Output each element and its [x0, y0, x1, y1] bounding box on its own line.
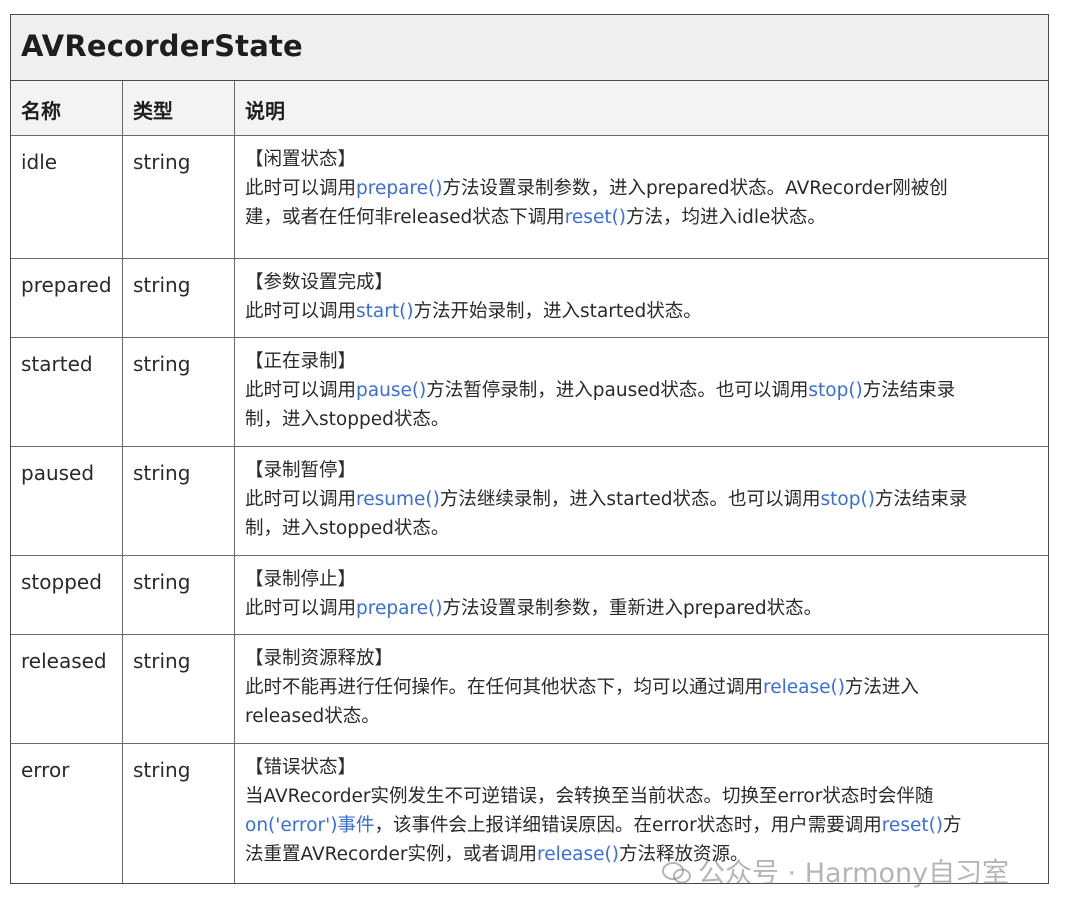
desc-text: 此时可以调用 [245, 301, 357, 322]
desc-text: 方法继续录制，进入started状态。也可以调用 [439, 489, 821, 510]
header-desc: 说明 [245, 99, 285, 123]
reset-link[interactable]: reset() [882, 815, 943, 836]
header-type: 类型 [123, 81, 235, 135]
state-tag: 【闲置状态】 [245, 149, 357, 170]
row-name: prepared [11, 259, 123, 337]
row-type: string [123, 338, 235, 446]
table-row: stopped string 【录制停止】 此时可以调用prepare()方法设… [11, 556, 1048, 635]
desc-text: 建，或者在任何非released状态下调用 [245, 207, 565, 228]
release-link[interactable]: release() [763, 677, 845, 698]
desc-text: 方 [943, 815, 962, 836]
row-description: 【录制资源释放】 此时不能再进行任何操作。在任何其他状态下，均可以通过调用rel… [235, 635, 1048, 743]
table-title: AVRecorderState [21, 29, 303, 63]
desc-text: 此时可以调用 [245, 598, 357, 619]
row-name: paused [11, 447, 123, 555]
pause-link[interactable]: pause() [356, 380, 426, 401]
avrecorderstate-table: AVRecorderState 名称 类型 说明 idle string 【闲置… [10, 14, 1049, 884]
state-tag: 【录制资源释放】 [245, 648, 394, 669]
reset-link[interactable]: reset() [565, 207, 626, 228]
row-description: 【录制停止】 此时可以调用prepare()方法设置录制参数，重新进入prepa… [235, 556, 1048, 634]
on-error-link[interactable]: on('error')事件 [245, 815, 374, 836]
row-type: string [123, 136, 235, 258]
table-row: released string 【录制资源释放】 此时不能再进行任何操作。在任何… [11, 635, 1048, 744]
stop-link[interactable]: stop() [808, 380, 862, 401]
desc-text: 方法设置录制参数，进入prepared状态。AVRecorder刚被创 [442, 178, 948, 199]
table-title-bar: AVRecorderState [11, 15, 1048, 81]
row-type: string [123, 447, 235, 555]
state-tag: 【正在录制】 [245, 351, 357, 372]
row-type: string [123, 556, 235, 634]
row-type: string [123, 635, 235, 743]
desc-text: 此时可以调用 [245, 178, 357, 199]
desc-text: 此时不能再进行任何操作。在任何其他状态下，均可以通过调用 [245, 677, 764, 698]
prepare-link[interactable]: prepare() [356, 178, 442, 199]
row-type: string [123, 259, 235, 337]
desc-text: 方法开始录制，进入started状态。 [413, 301, 702, 322]
desc-text: 方法暂停录制，进入paused状态。也可以调用 [426, 380, 809, 401]
desc-text: 此时可以调用 [245, 380, 357, 401]
row-description: 【参数设置完成】 此时可以调用start()方法开始录制，进入started状态… [235, 259, 1048, 337]
watermark-text: 公众号 · Harmony自习室 [698, 858, 1010, 889]
desc-text: 法重置AVRecorder实例，或者调用 [245, 844, 538, 865]
table-header-row: 名称 类型 说明 [11, 81, 1048, 136]
desc-text: 此时可以调用 [245, 489, 357, 510]
table-row: paused string 【录制暂停】 此时可以调用resume()方法继续录… [11, 447, 1048, 556]
release-link[interactable]: release() [537, 844, 619, 865]
desc-text: ，该事件会上报详细错误原因。在error状态时，用户需要调用 [374, 815, 882, 836]
desc-text: 方法设置录制参数，重新进入prepared状态。 [442, 598, 823, 619]
prepare-link[interactable]: prepare() [356, 598, 442, 619]
desc-text: 方法结束录 [862, 380, 956, 401]
desc-text: 方法结束录 [874, 489, 968, 510]
stop-link[interactable]: stop() [821, 489, 875, 510]
row-name: started [11, 338, 123, 446]
desc-text: released状态。 [245, 706, 380, 727]
start-link[interactable]: start() [356, 301, 414, 322]
row-description: 【闲置状态】 此时可以调用prepare()方法设置录制参数，进入prepare… [235, 136, 1048, 258]
desc-text: 方法，均进入idle状态。 [626, 207, 826, 228]
resume-link[interactable]: resume() [356, 489, 440, 510]
row-name: released [11, 635, 123, 743]
row-description: 【正在录制】 此时可以调用pause()方法暂停录制，进入paused状态。也可… [235, 338, 1048, 446]
table-row: started string 【正在录制】 此时可以调用pause()方法暂停录… [11, 338, 1048, 447]
table-row: prepared string 【参数设置完成】 此时可以调用start()方法… [11, 259, 1048, 338]
watermark: 公众号 · Harmony自习室 [662, 851, 1009, 890]
row-description: 【录制暂停】 此时可以调用resume()方法继续录制，进入started状态。… [235, 447, 1048, 555]
desc-text: 制，进入stopped状态。 [245, 518, 450, 539]
row-name: idle [11, 136, 123, 258]
state-tag: 【参数设置完成】 [245, 272, 394, 293]
state-tag: 【错误状态】 [245, 757, 357, 778]
desc-text: 制，进入stopped状态。 [245, 409, 450, 430]
header-name: 名称 [11, 81, 123, 135]
state-tag: 【录制暂停】 [245, 460, 357, 481]
wechat-icon [662, 860, 692, 884]
state-tag: 【录制停止】 [245, 569, 357, 590]
desc-text: 方法进入 [844, 677, 919, 698]
row-name: error [11, 744, 123, 883]
row-type: string [123, 744, 235, 883]
desc-text: 当AVRecorder实例发生不可逆错误，会转换至当前状态。切换至error状态… [245, 786, 934, 807]
table-row: idle string 【闲置状态】 此时可以调用prepare()方法设置录制… [11, 136, 1048, 259]
row-name: stopped [11, 556, 123, 634]
